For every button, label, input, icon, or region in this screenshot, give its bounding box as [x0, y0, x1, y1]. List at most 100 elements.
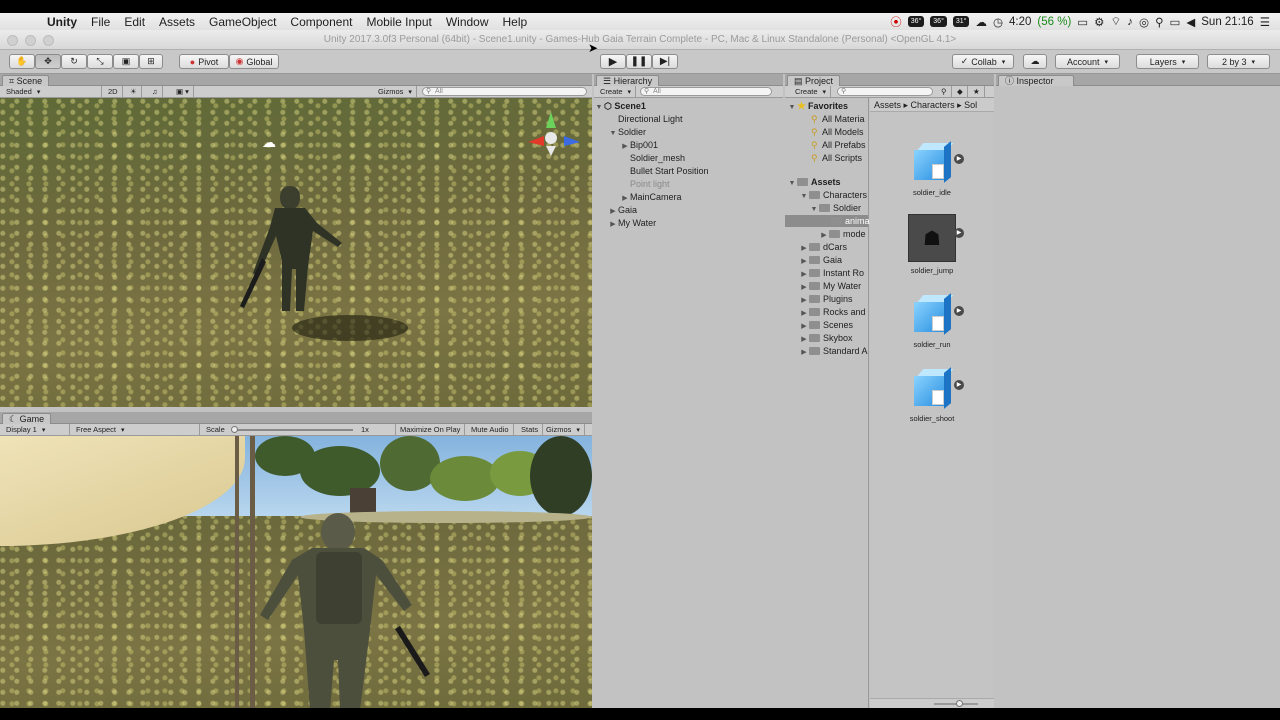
light-gizmo-icon[interactable]: ☁ [262, 134, 276, 151]
asset-soldier-idle[interactable]: ▶ soldier_idle [900, 140, 964, 197]
hierarchy-item-bip001[interactable]: ▶ Bip001 [594, 139, 783, 151]
lighting-toggle[interactable]: ☀ [126, 86, 142, 97]
project-create-dropdown[interactable]: Create [791, 86, 832, 97]
2d-toggle[interactable]: 2D [104, 86, 123, 97]
search-icon[interactable]: ⚲ [1155, 15, 1163, 29]
hierarchy-item-point-light[interactable]: Point light [594, 178, 783, 190]
layers-dropdown[interactable]: Layers [1136, 54, 1199, 69]
temp-badge-3[interactable]: 31° [952, 16, 970, 27]
scale-slider[interactable]: Scale 1x [202, 424, 396, 435]
tab-project[interactable]: ▤ Project [787, 75, 841, 86]
rect-tool-button[interactable]: ▣ [113, 54, 139, 69]
battery-time[interactable]: 4:20 [1009, 16, 1031, 28]
folder-item[interactable]: ▶ Skybox [785, 332, 868, 344]
tab-scene[interactable]: ⌗ Scene [2, 75, 50, 86]
gear-icon[interactable]: ⚙ [1094, 15, 1104, 29]
transform-tool-button[interactable]: ⊞ [139, 54, 163, 69]
folder-item[interactable]: ▶ Instant Ro [785, 267, 868, 279]
app-menu[interactable]: Unity [40, 15, 84, 29]
favorite-item[interactable]: ⚲ All Prefabs [785, 139, 868, 151]
assets-header[interactable]: ▼ Assets [785, 176, 868, 188]
breadcrumb-item[interactable]: Characters [911, 100, 955, 110]
play-preview-icon[interactable]: ▶ [954, 380, 964, 390]
favorite-item[interactable]: ⚲ All Models [785, 126, 868, 138]
orientation-gizmo[interactable] [524, 106, 584, 166]
breadcrumb-item[interactable]: Assets [874, 100, 901, 110]
collab-dropdown[interactable]: ✓ Collab [952, 54, 1014, 69]
hierarchy-create-dropdown[interactable]: Create [596, 86, 637, 97]
asset-soldier-run[interactable]: ▶ soldier_run [900, 292, 964, 349]
scale-thumb[interactable] [230, 426, 238, 434]
aspect-dropdown[interactable]: Free Aspect [72, 424, 200, 435]
folder-item-selected[interactable]: anima [785, 215, 870, 227]
menu-help[interactable]: Help [496, 15, 535, 29]
asset-size-slider[interactable] [934, 700, 978, 707]
wifi-icon[interactable]: ⌔ [1110, 14, 1121, 29]
folder-item[interactable]: ▶ Standard A [785, 345, 868, 357]
tab-hierarchy[interactable]: ☰ Hierarchy [596, 75, 660, 86]
favorite-item[interactable]: ⚲ All Scripts [785, 152, 868, 164]
temp-badge-2[interactable]: 36° [930, 16, 947, 27]
step-button[interactable]: ▶| [652, 54, 678, 69]
collapse-arrow-icon[interactable]: ▶ [799, 347, 809, 359]
play-preview-icon[interactable]: ▶ [954, 154, 964, 164]
hierarchy-item-my-water[interactable]: ▶ My Water [594, 217, 783, 229]
menu-gameobject[interactable]: GameObject [202, 15, 283, 29]
timer-icon[interactable]: ◷ [993, 15, 1003, 29]
folder-item[interactable]: ▶ mode [785, 228, 868, 240]
play-preview-icon[interactable]: ▶ [954, 228, 964, 238]
hierarchy-item-soldier-mesh[interactable]: Soldier_mesh [594, 152, 783, 164]
menu-edit[interactable]: Edit [117, 15, 152, 29]
effects-dropdown[interactable]: ▣ ▾ [172, 86, 194, 97]
asset-size-thumb[interactable] [956, 700, 963, 707]
shading-dropdown[interactable]: Shaded [2, 86, 102, 97]
menu-list-icon[interactable]: ☰ [1260, 15, 1270, 29]
asset-soldier-shoot[interactable]: ▶ soldier_shoot [900, 366, 964, 423]
menu-window[interactable]: Window [439, 15, 496, 29]
cloud-icon[interactable]: ☁ [975, 15, 987, 29]
play-button[interactable]: ▶ [600, 54, 626, 69]
folder-item[interactable]: ▼ Soldier [785, 202, 868, 214]
pause-button[interactable]: ❚❚ [626, 54, 652, 69]
volume-icon[interactable]: ◀ [1186, 15, 1195, 29]
gizmos-dropdown[interactable]: Gizmos [374, 86, 417, 97]
scene-viewport[interactable]: ☁ [0, 98, 592, 407]
breadcrumb-item[interactable]: Sol [964, 100, 977, 110]
tab-game[interactable]: ☾ Game [2, 413, 52, 424]
hierarchy-item-maincamera[interactable]: ▶ MainCamera [594, 191, 783, 203]
temp-badge-1[interactable]: 36° [907, 16, 925, 27]
filter-label-icon[interactable]: ◆ [953, 86, 968, 97]
favorites-header[interactable]: ▼ ★ Favorites [785, 100, 868, 112]
global-toggle[interactable]: ◉ Global [229, 54, 279, 69]
mute-audio-toggle[interactable]: Mute Audio [467, 424, 514, 435]
account-dropdown[interactable]: Account [1055, 54, 1120, 69]
hierarchy-item-soldier[interactable]: ▼ Soldier [594, 126, 783, 138]
rotate-tool-button[interactable]: ↻ [61, 54, 87, 69]
tab-inspector[interactable]: ⓘ Inspector [998, 75, 1074, 86]
folder-item[interactable]: ▼ Characters [785, 189, 868, 201]
battery-percent[interactable]: (56 %) [1037, 16, 1071, 28]
clock-icon[interactable]: ◎ [1139, 15, 1149, 29]
folder-item[interactable]: ▶ Rocks and [785, 306, 868, 318]
menu-file[interactable]: File [84, 15, 117, 29]
move-tool-button[interactable]: ✥ [35, 54, 61, 69]
menu-mobile-input[interactable]: Mobile Input [359, 15, 438, 29]
play-preview-icon[interactable]: ▶ [954, 306, 964, 316]
maximize-on-play-toggle[interactable]: Maximize On Play [396, 424, 466, 435]
scale-tool-button[interactable]: ⤡ [87, 54, 113, 69]
record-icon[interactable]: ⦿ [890, 14, 902, 30]
scene-search-input[interactable]: All [422, 87, 587, 96]
layout-dropdown[interactable]: 2 by 3 [1207, 54, 1270, 69]
airplay-icon[interactable]: ▭ [1170, 15, 1181, 29]
hierarchy-search-input[interactable]: All [640, 87, 772, 96]
hierarchy-item-gaia[interactable]: ▶ Gaia [594, 204, 783, 216]
hand-tool-button[interactable]: ✋ [9, 54, 35, 69]
favorite-star-icon[interactable]: ★ [969, 86, 985, 97]
asset-soldier-jump[interactable]: ☗ ▶ soldier_jump [900, 214, 964, 275]
bell-icon[interactable]: ♪ [1127, 16, 1133, 28]
clock-text[interactable]: Sun 21:16 [1201, 16, 1253, 28]
folder-item[interactable]: ▶ Plugins [785, 293, 868, 305]
hierarchy-item-bullet-start[interactable]: Bullet Start Position [594, 165, 783, 177]
game-gizmos-dropdown[interactable]: Gizmos [542, 424, 585, 435]
battery-icon[interactable]: ▭ [1077, 15, 1088, 29]
